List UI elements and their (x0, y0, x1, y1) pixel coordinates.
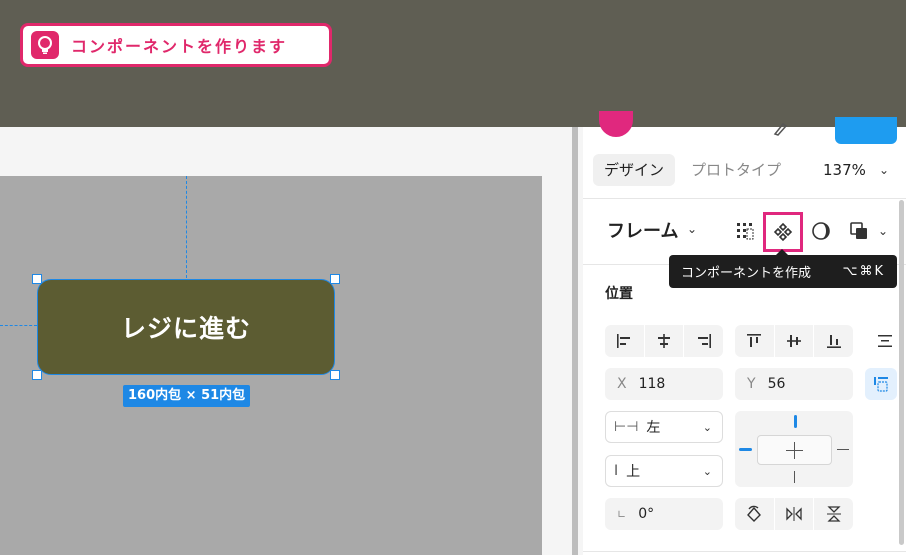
constraint-left[interactable] (739, 448, 752, 451)
tab-design[interactable]: デザイン (593, 154, 675, 186)
chevron-down-icon: ⌄ (702, 464, 712, 478)
resize-handle-bottom-left[interactable] (32, 370, 42, 380)
vertical-constraint-value: 上 (626, 464, 641, 480)
panel-divider[interactable] (572, 127, 578, 555)
pen-icon[interactable] (773, 121, 789, 140)
panel-scrollbar[interactable] (899, 200, 904, 545)
layout-grid-icon[interactable] (729, 215, 761, 247)
component-icon[interactable] (763, 212, 803, 252)
tooltip-shortcut: ⌥⌘K (842, 264, 885, 279)
vertical-guide (186, 176, 187, 278)
align-center-horizontal-icon[interactable] (643, 325, 684, 357)
chevron-down-icon[interactable]: ⌄ (879, 154, 889, 186)
tutorial-header: コンポーネントを作ります (0, 0, 906, 127)
share-button[interactable] (835, 117, 897, 144)
vertical-constraint-select[interactable]: I 上 ⌄ (605, 455, 723, 487)
canvas[interactable]: レジに進む 160内包 × 51内包 (0, 127, 572, 555)
constraint-widget[interactable] (735, 411, 853, 487)
align-right-icon[interactable] (683, 325, 723, 357)
mask-icon[interactable] (805, 215, 837, 247)
horizontal-align-group (605, 325, 723, 357)
chevron-down-icon[interactable]: ⌄ (687, 222, 697, 236)
tooltip-text: コンポーネントを作成 (681, 266, 812, 281)
rotation-field[interactable]: ∟ 0° (605, 498, 723, 530)
rotation-icon: ∟ (617, 507, 627, 521)
tab-prototype[interactable]: プロトタイプ (691, 154, 781, 186)
lightbulb-icon (31, 31, 59, 59)
tip-banner: コンポーネントを作ります (20, 23, 332, 67)
divider (583, 551, 906, 552)
align-left-icon[interactable] (605, 325, 644, 357)
distribute-icon[interactable] (869, 325, 901, 357)
divider (583, 198, 906, 199)
position-section-title: 位置 (605, 286, 633, 302)
x-value: 118 (638, 376, 666, 392)
rotation-value: 0° (638, 506, 655, 522)
constraint-top[interactable] (794, 415, 797, 428)
resize-handle-top-right[interactable] (330, 274, 340, 284)
flip-vertical-icon[interactable] (813, 498, 853, 530)
horizontal-guide (0, 325, 37, 326)
constraint-toggle-icon[interactable] (865, 368, 897, 400)
horizontal-constraint-select[interactable]: ⊢⊣ 左 ⌄ (605, 411, 723, 443)
horizontal-constraint-icon: ⊢⊣ (614, 419, 639, 435)
constraint-right[interactable] (837, 449, 849, 450)
zoom-level[interactable]: 137% (823, 154, 866, 186)
y-value: 56 (767, 376, 786, 392)
resize-handle-bottom-right[interactable] (330, 370, 340, 380)
y-label: Y (747, 376, 756, 392)
vertical-constraint-icon: I (614, 463, 619, 479)
chevron-down-icon: ⌄ (702, 420, 712, 434)
x-field[interactable]: X 118 (605, 368, 723, 400)
tooltip: コンポーネントを作成 ⌥⌘K (669, 255, 897, 288)
constraint-bottom[interactable] (794, 471, 795, 483)
align-middle-icon[interactable] (773, 325, 814, 357)
chevron-down-icon[interactable]: ⌄ (873, 215, 893, 247)
size-badge: 160内包 × 51内包 (123, 385, 251, 407)
resize-handle-top-left[interactable] (32, 274, 42, 284)
horizontal-constraint-value: 左 (646, 420, 661, 436)
x-label: X (617, 376, 627, 392)
checkout-button-label: レジに進む (120, 314, 251, 343)
align-top-icon[interactable] (735, 325, 774, 357)
boolean-icon[interactable] (843, 215, 875, 247)
transform-group (735, 498, 853, 530)
y-field[interactable]: Y 56 (735, 368, 853, 400)
avatar[interactable] (599, 111, 633, 137)
vertical-align-group (735, 325, 853, 357)
flip-horizontal-icon[interactable] (773, 498, 814, 530)
rotate-icon[interactable] (735, 498, 774, 530)
align-bottom-icon[interactable] (813, 325, 853, 357)
frame-type-label[interactable]: フレーム (607, 217, 678, 243)
checkout-button-frame[interactable]: レジに進む (37, 279, 335, 375)
constraint-center-box[interactable] (757, 435, 832, 465)
tip-text: コンポーネントを作ります (71, 37, 288, 56)
properties-panel: デザイン プロトタイプ 137% ⌄ フレーム ⌄ ⌄ コンポーネントを作成 ⌥… (583, 111, 906, 555)
